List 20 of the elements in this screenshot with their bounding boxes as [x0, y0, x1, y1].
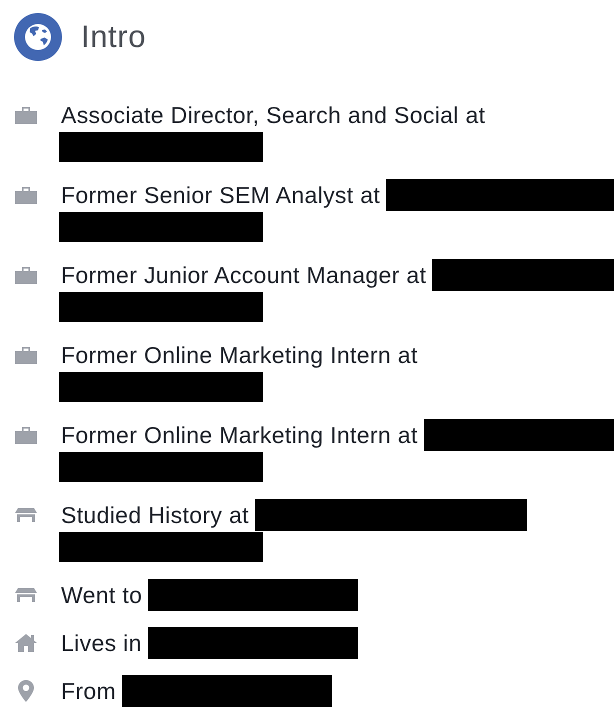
- intro-item-text: Went to: [61, 580, 142, 610]
- school-icon: [15, 508, 37, 522]
- intro-item-text: Former Senior SEM Analyst at: [61, 180, 380, 210]
- intro-item-text: Former Junior Account Manager at: [61, 260, 426, 290]
- briefcase-icon: [15, 346, 37, 364]
- briefcase-icon: [15, 106, 37, 124]
- intro-item-text: Former Online Marketing Intern at: [61, 420, 418, 450]
- location-pin-icon: [18, 680, 34, 702]
- globe-icon: [14, 13, 62, 61]
- briefcase-icon: [15, 426, 37, 444]
- intro-item-text: Lives in: [61, 628, 142, 658]
- intro-title: Intro: [81, 19, 146, 55]
- intro-item-text: Former Online Marketing Intern at: [61, 340, 418, 370]
- intro-item-text: From: [61, 676, 116, 706]
- briefcase-icon: [15, 186, 37, 204]
- intro-item-text: Associate Director, Search and Social at: [61, 100, 486, 130]
- home-icon: [15, 634, 37, 652]
- briefcase-icon: [15, 266, 37, 284]
- intro-item-text: Studied History at: [61, 500, 249, 530]
- school-icon: [15, 588, 37, 602]
